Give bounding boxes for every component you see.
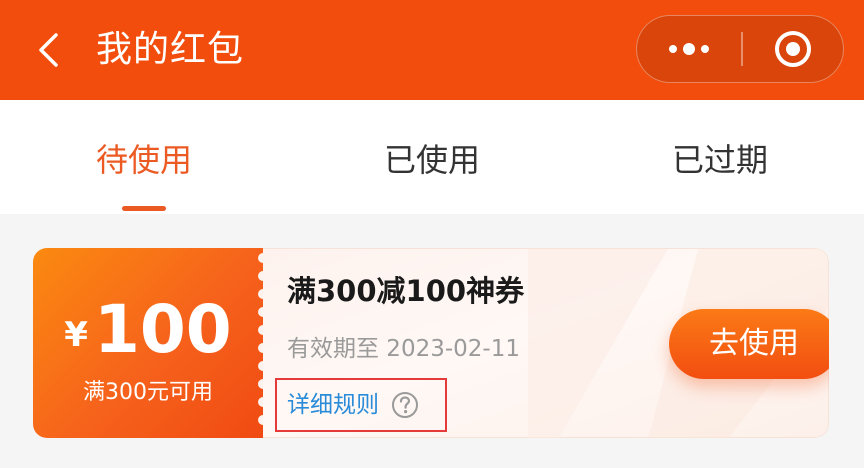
more-dots-icon	[669, 43, 709, 55]
question-circle-icon[interactable]	[391, 391, 419, 419]
rules-label: 详细规则	[287, 392, 379, 418]
coupon-card: ¥100 满300元可用 满300减100神券 有效期至 2023-02-11 …	[33, 248, 829, 438]
tab-label: 已使用	[383, 141, 480, 179]
chevron-left-icon	[39, 33, 58, 67]
tab-label: 已过期	[671, 141, 768, 179]
mini-program-capsule	[636, 15, 844, 83]
tab-expired[interactable]: 已过期	[576, 100, 864, 214]
tab-used[interactable]: 已使用	[288, 100, 576, 214]
expiry-date: 有效期至 2023-02-11	[287, 336, 520, 362]
active-tab-indicator	[122, 206, 166, 211]
coupon-amount-panel: ¥100 满300元可用	[33, 248, 263, 438]
tab-unused[interactable]: 待使用	[0, 100, 288, 214]
rules-link[interactable]: 详细规则	[275, 378, 447, 432]
close-mini-program-button[interactable]	[743, 16, 843, 82]
title-bar: 我的红包	[0, 0, 864, 100]
tab-bar: 待使用 已使用 已过期	[0, 100, 864, 214]
currency-symbol: ¥	[64, 315, 88, 355]
back-button[interactable]	[30, 28, 66, 72]
tab-label: 待使用	[95, 141, 192, 179]
coupon-name: 满300减100神券	[287, 274, 525, 308]
use-coupon-button[interactable]: 去使用	[669, 309, 829, 379]
usage-condition: 满300元可用	[83, 380, 213, 405]
more-button[interactable]	[637, 16, 741, 82]
coupon-info-panel: 满300减100神券 有效期至 2023-02-11 详细规则 去使用	[263, 248, 829, 438]
target-circle-icon	[775, 31, 811, 67]
coupon-amount: ¥100	[33, 294, 263, 366]
page-title: 我的红包	[96, 29, 245, 70]
amount-value: 100	[93, 291, 232, 368]
perforated-edge	[258, 253, 263, 425]
